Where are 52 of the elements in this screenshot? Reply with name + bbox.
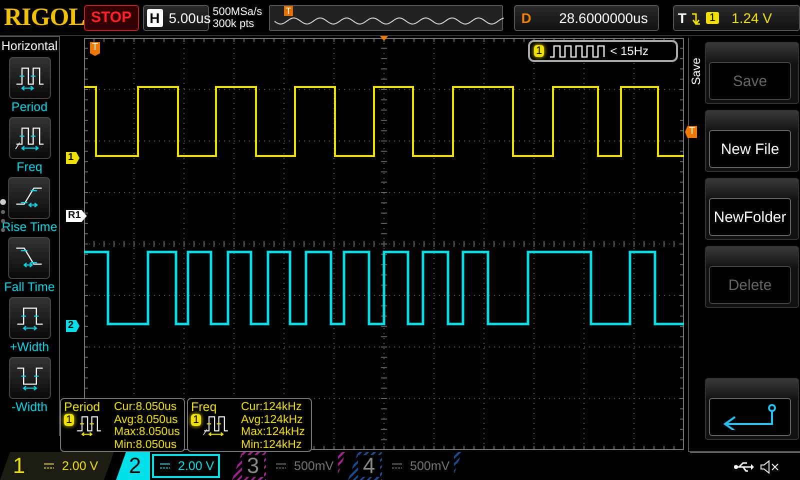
measurement-value: Max:124kHz [241,426,306,438]
measurement-value: Avg:8.050us [114,414,179,426]
trigger-position-marker: T [284,6,294,16]
dc-coupling-icon [276,463,286,469]
channel-marker[interactable]: 2 [66,320,80,332]
usb-icon [734,460,754,472]
channel-scale: 2.00 V [178,459,214,473]
channel-number: 4 [358,455,380,477]
run-stop-button[interactable]: STOP [84,4,139,30]
channel-tab[interactable]: 3 500mV [232,452,346,480]
square-wave-frequency-icon [202,414,230,436]
channel-marker[interactable]: 1 [66,152,80,164]
delay-display[interactable]: D 28.6000000us [514,4,659,30]
square-wave-frequency-icon [14,125,46,151]
softkey-button[interactable]: New File [709,130,791,168]
trigger-point-icon [380,36,388,41]
menu-title: Save [689,56,704,87]
channel-scale: 500mV [410,459,450,473]
trigger-display[interactable]: T 1 1.24 V [672,4,800,30]
sample-rate: 500MSa/s [212,6,263,18]
memory-depth: 300k pts [212,18,256,30]
measurement-value: Cur:124kHz [241,401,303,414]
measurement-value: Max:8.050us [114,426,181,438]
square-wave-period-icon [75,414,104,436]
measurement-value: Cur:8.050us [114,401,178,414]
channel-number: 2 [128,452,142,480]
square-wave-icon [549,44,606,58]
timebase-display[interactable]: H 5.00us [142,4,209,30]
measurement-value: Min:124kHz [241,438,303,451]
return-button[interactable] [709,398,791,436]
reference-marker[interactable]: R1 [66,210,87,222]
channel-badge: 1 [64,414,74,426]
trigger-edge-icon [691,10,702,24]
dc-coupling-icon [160,463,170,469]
softkey-button[interactable]: NewFolder [709,198,791,236]
channel-number: 3 [242,455,264,477]
measurement-name: Freq [191,401,218,414]
channel-tab[interactable]: 1 2.00 V [0,452,114,480]
measurement-name: Period [64,401,102,414]
channel-scale: 2.00 V [62,459,98,473]
frequency-counter: 1 < 15Hz [528,40,678,62]
menu-title: Horizontal [1,39,58,53]
speaker-muted-icon [760,460,780,474]
dc-coupling-icon [392,463,402,469]
channel-badge: 1 [191,414,202,426]
channel-number: 1 [12,452,26,480]
dc-coupling-icon [44,463,54,469]
channel-tab[interactable]: 4 500mV [348,452,462,480]
channel-scale: 500mV [294,459,334,473]
square-wave-period-icon [14,65,46,91]
measurement-value: Min:8.050us [114,438,178,451]
measurement-value: Avg:124kHz [241,414,304,426]
